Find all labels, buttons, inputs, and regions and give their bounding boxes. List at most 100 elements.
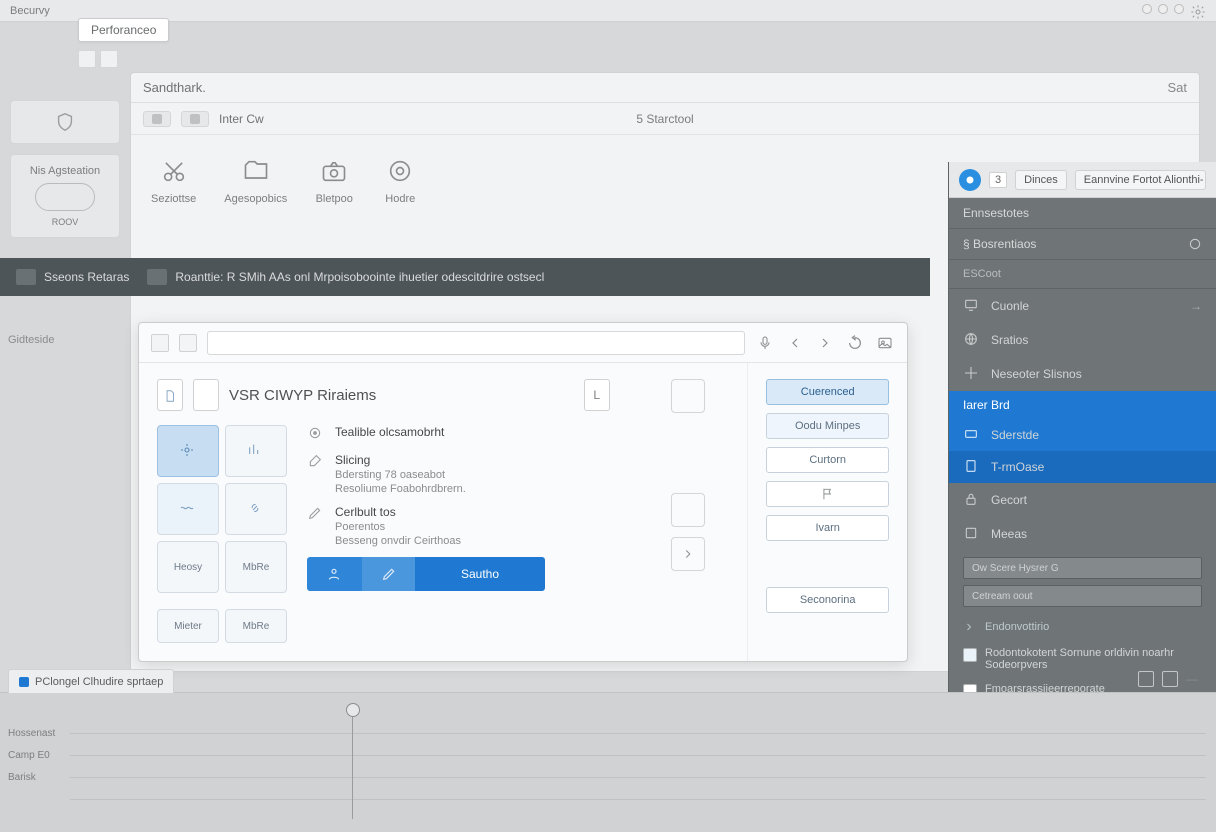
rpanel-item-cuonle[interactable]: Cuonle →	[949, 289, 1216, 323]
window-dot[interactable]	[1174, 4, 1184, 14]
tool-hodre[interactable]: Hodre	[381, 155, 419, 205]
refresh-icon[interactable]	[845, 333, 865, 353]
back-icon[interactable]	[785, 333, 805, 353]
subbar-chip[interactable]	[143, 111, 171, 127]
tile[interactable]	[157, 483, 219, 535]
btn-cuerenced[interactable]: Cuerenced	[766, 379, 889, 405]
field-scere[interactable]: Ow Scere Hysrer G	[963, 557, 1202, 579]
rpanel-item-gecort[interactable]: Gecort	[949, 483, 1216, 517]
btn-secon[interactable]: Seconorina	[766, 587, 889, 613]
mic-icon[interactable]	[755, 333, 775, 353]
detail-row[interactable]: Tealible olcsamobrht	[307, 425, 610, 443]
mini-tab[interactable]	[100, 50, 118, 68]
btn-curtorn[interactable]: Curtorn	[766, 447, 889, 473]
link-label: Endonvottirio	[985, 621, 1049, 633]
settings-gear-icon[interactable]	[1190, 4, 1206, 20]
detail-sub: Besseng onvdir Ceirthoas	[335, 535, 461, 547]
banner-seg-a[interactable]: Sseons Retaras	[16, 269, 129, 285]
checkbox-box	[963, 648, 977, 662]
tile[interactable]	[225, 483, 287, 535]
field-cetream[interactable]: Cetream oout	[963, 585, 1202, 607]
arrow-icon: →	[1190, 299, 1202, 313]
rpanel-h3: ESCoot	[949, 260, 1216, 289]
left-heading: Nis Agsteation	[30, 165, 100, 177]
tile-heosy[interactable]: Heosy	[157, 541, 219, 593]
slot-card[interactable]	[671, 379, 705, 413]
link-endon[interactable]: Endonvottirio	[949, 613, 1216, 641]
info-banner: Sseons Retaras Roanttie: R SMih AAs onl …	[0, 258, 930, 296]
sel-heading-label: Iarer Brd	[963, 398, 1010, 412]
tool-ages[interactable]: Agesopobics	[224, 155, 287, 205]
bgwin-title-bar: Sandthark. Sat	[131, 73, 1199, 103]
toggle-slot[interactable]	[35, 183, 95, 211]
forward-icon[interactable]	[815, 333, 835, 353]
tile-mbre[interactable]: MbRe	[225, 541, 287, 593]
playhead[interactable]	[352, 709, 353, 819]
left-card[interactable]	[10, 100, 120, 144]
stack-icon	[963, 525, 981, 543]
rpanel-h2[interactable]: § Bosrentiaos	[949, 229, 1216, 260]
detail-row[interactable]: Slicing Bdersting 78 oaseabot Resoliume …	[307, 453, 610, 495]
detail-sub: Resoliume Foabohrdbrern.	[335, 483, 466, 495]
tile-mbre2[interactable]: MbRe	[225, 609, 287, 643]
doc-icon[interactable]	[157, 379, 183, 411]
timeline[interactable]: Hossenast Camp E0 Barisk	[0, 703, 1216, 823]
slot-card[interactable]	[671, 537, 705, 571]
addr-icon[interactable]	[151, 334, 169, 352]
sel-item-sderstde[interactable]: Sderstde	[949, 419, 1216, 451]
status-icon[interactable]	[1138, 671, 1154, 687]
detail-key: Slicing	[335, 453, 370, 467]
picture-icon[interactable]	[875, 333, 895, 353]
window-dot[interactable]	[1158, 4, 1168, 14]
tile-mieter[interactable]: Mieter	[157, 609, 219, 643]
action-primary[interactable]: Sautho	[415, 557, 545, 591]
detail-key: Tealible olcsamobrht	[335, 425, 444, 439]
timeline-tab[interactable]: PClongel Clhudire sprtaep	[8, 669, 174, 693]
timeline-tab-label: PClongel Clhudire sprtaep	[35, 676, 163, 688]
rpanel-item-sratios[interactable]: Sratios	[949, 323, 1216, 357]
action-edit[interactable]	[361, 557, 415, 591]
lane	[70, 777, 1206, 778]
detail-row[interactable]: Cerlbult tos Poerentos Besseng onvdir Ce…	[307, 505, 610, 547]
addr-icon[interactable]	[179, 334, 197, 352]
tool-label: Seziottse	[151, 193, 196, 205]
mini-tab[interactable]	[78, 50, 96, 68]
camera-icon	[315, 155, 353, 187]
item-label: Meeas	[991, 527, 1027, 541]
tab-dinces[interactable]: Dinces	[1015, 170, 1067, 190]
btn-ivarn[interactable]: Ivarn	[766, 515, 889, 541]
rpanel-item-neseoter[interactable]: Neseoter Slisnos	[949, 357, 1216, 391]
tile[interactable]	[157, 425, 219, 477]
tile[interactable]	[225, 425, 287, 477]
tile-grid: Heosy MbRe	[157, 425, 287, 593]
tab-eannvine[interactable]: Eannvine Fortot Alionthi-	[1075, 170, 1206, 190]
selected-group: Iarer Brd Sderstde T-rmOase	[949, 391, 1216, 483]
status-icon[interactable]	[1162, 671, 1178, 687]
banner-label-b: Roanttie: R SMih AAs onl Mrpoisoboointe …	[175, 270, 544, 284]
tool-sezi[interactable]: Seziottse	[151, 155, 196, 205]
btn-blank[interactable]	[766, 481, 889, 507]
track-label: Hossenast	[8, 723, 55, 745]
key-l-button[interactable]: L	[584, 379, 610, 411]
action-user[interactable]	[307, 557, 361, 591]
item-label: T-rmOase	[991, 460, 1044, 474]
left-label: Gidteside	[8, 334, 54, 346]
btn-oodu[interactable]: Oodu Minpes	[766, 413, 889, 439]
tile-label: MbRe	[243, 621, 270, 632]
slot-card[interactable]	[671, 493, 705, 527]
rpanel-item-meeas[interactable]: Meeas	[949, 517, 1216, 551]
subbar-chip[interactable]	[181, 111, 209, 127]
bubble-icon[interactable]	[959, 169, 981, 191]
gear-icon	[178, 442, 198, 460]
preferences-tab[interactable]: Perforanceo	[78, 18, 169, 42]
window-controls[interactable]	[1142, 4, 1206, 20]
status-dash: —	[1186, 672, 1198, 686]
tool-label: Hodre	[385, 193, 415, 205]
doc-icon[interactable]	[193, 379, 219, 411]
banner-seg-b: Roanttie: R SMih AAs onl Mrpoisoboointe …	[147, 269, 544, 285]
window-dot[interactable]	[1142, 4, 1152, 14]
tool-blet[interactable]: Bletpoo	[315, 155, 353, 205]
app-title: Becurvy	[10, 5, 50, 17]
sel-item-trmoase[interactable]: T-rmOase	[949, 451, 1216, 483]
url-input[interactable]	[207, 331, 745, 355]
